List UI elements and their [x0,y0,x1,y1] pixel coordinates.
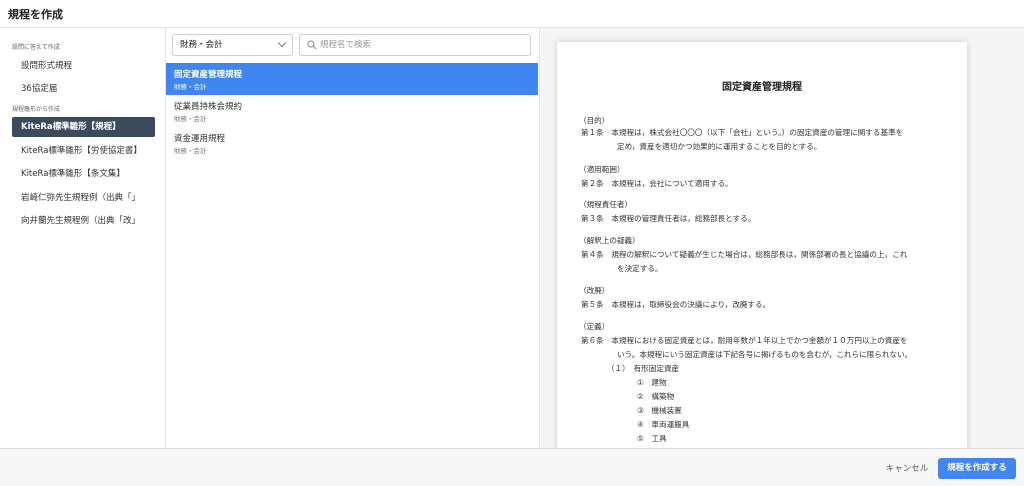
doc-heading: （適用範囲） [579,165,625,174]
sidebar-item-mukai-examples[interactable]: 向井蘭先生規程例（出典「改」 [12,211,155,231]
doc-line: 第４条 規程の解釈について疑義が生じた場合は，総務部長は，関係部署の長と協議の上… [581,250,908,259]
modal-header: 規程を作成 [0,0,1024,28]
list-item-name: 資金運用規程 [174,134,226,144]
cancel-button[interactable]: キャンセル [878,459,936,479]
document-title: 固定資産管理規程 [722,82,802,93]
sidebar-item-kitera-labor-agreement[interactable]: KiteRa標準雛形【労使協定書】 [12,141,155,161]
chevron-down-icon [277,38,287,48]
doc-line: ⑤ 工具 [637,434,667,443]
list-item[interactable]: 従業員持株会規約 財務・会計 [166,95,538,127]
doc-heading: （規程責任者） [579,200,633,209]
doc-line: ② 構築物 [637,392,675,401]
doc-line: ③ 機械装置 [637,406,682,415]
document-paper: 固定資産管理規程 （目的） 第１条 本規程は，株式会社〇〇〇（以下「会社」という… [557,42,967,448]
doc-line: ① 建物 [637,378,667,387]
search-box[interactable] [299,34,531,56]
list-item[interactable]: 資金運用規程 財務・会計 [166,127,538,159]
doc-line: ④ 車両運搬具 [637,420,690,429]
sidebar-item-36-agreement[interactable]: 36協定届 [12,79,155,99]
list-item-category: 財務・会計 [174,83,207,91]
section-label-templates: 規程雛形から作成 [12,106,61,113]
sidebar-item-kitera-rules[interactable]: KiteRa標準雛形【規程】 [12,117,155,137]
search-icon [307,40,317,50]
create-rules-button[interactable]: 規程を作成する [938,458,1016,479]
template-source-sidebar: 設問に答えて作成 設問形式規程 36協定届 規程雛形から作成 KiteRa標準雛… [0,28,166,448]
search-input[interactable] [320,37,525,53]
doc-line: 第１条 本規程は，株式会社〇〇〇（以下「会社」という。）の固定資産の管理に関する… [581,128,904,137]
doc-line: 第５条 本規程は，取締役会の決議により，改廃する。 [581,300,771,309]
document-preview-pane[interactable]: 固定資産管理規程 （目的） 第１条 本規程は，株式会社〇〇〇（以下「会社」という… [540,28,1024,448]
doc-heading: （解釈上の疑義） [579,236,640,245]
doc-line: 第３条 本規程の管理責任者は，総務部長とする。 [581,214,756,223]
doc-line: （１） 有形固定資産 [607,364,680,373]
sidebar-item-kitera-articles[interactable]: KiteRa標準雛形【条文集】 [12,164,155,184]
doc-line: 第２条 本規程は，会社について適用する。 [581,179,733,188]
list-item[interactable]: 固定資産管理規程 財務・会計 [166,63,538,95]
list-item-category: 財務・会計 [174,147,207,155]
doc-line: 第６条 本規程における固定資産とは，耐用年数が１年以上でかつ金額が１０万円以上の… [581,336,908,345]
doc-heading: （改廃） [579,286,610,295]
doc-line: を決定する。 [617,264,663,273]
list-item-category: 財務・会計 [174,115,207,123]
list-item-name: 従業員持株会規約 [174,102,243,112]
doc-heading: （目的） [579,116,610,125]
sidebar-item-iwasaki-examples[interactable]: 岩崎仁弥先生規程例（出典「」 [12,188,155,208]
page-title: 規程を作成 [8,8,63,21]
list-item-name: 固定資産管理規程 [174,70,243,80]
doc-line: 定め，資産を適切かつ効果的に運用することを目的とする。 [617,142,822,151]
section-label-questionnaire: 設問に答えて作成 [12,44,60,51]
doc-line: いう。本規程にいう固定資産は下記各号に掲げるものを含むが，これらに限られない。 [617,350,913,359]
sidebar-item-questionnaire-rules[interactable]: 設問形式規程 [12,56,155,76]
doc-heading: （定義） [579,322,610,331]
template-list-panel: 財務・会計 固定資産管理規程 財務・会計 従業員持株会規約 財務・会計 資金運用… [166,28,540,448]
modal-body: 設問に答えて作成 設問形式規程 36協定届 規程雛形から作成 KiteRa標準雛… [0,28,1024,448]
modal-footer: キャンセル 規程を作成する [0,448,1024,486]
category-select-value: 財務・会計 [180,40,223,50]
category-select[interactable]: 財務・会計 [172,34,293,56]
